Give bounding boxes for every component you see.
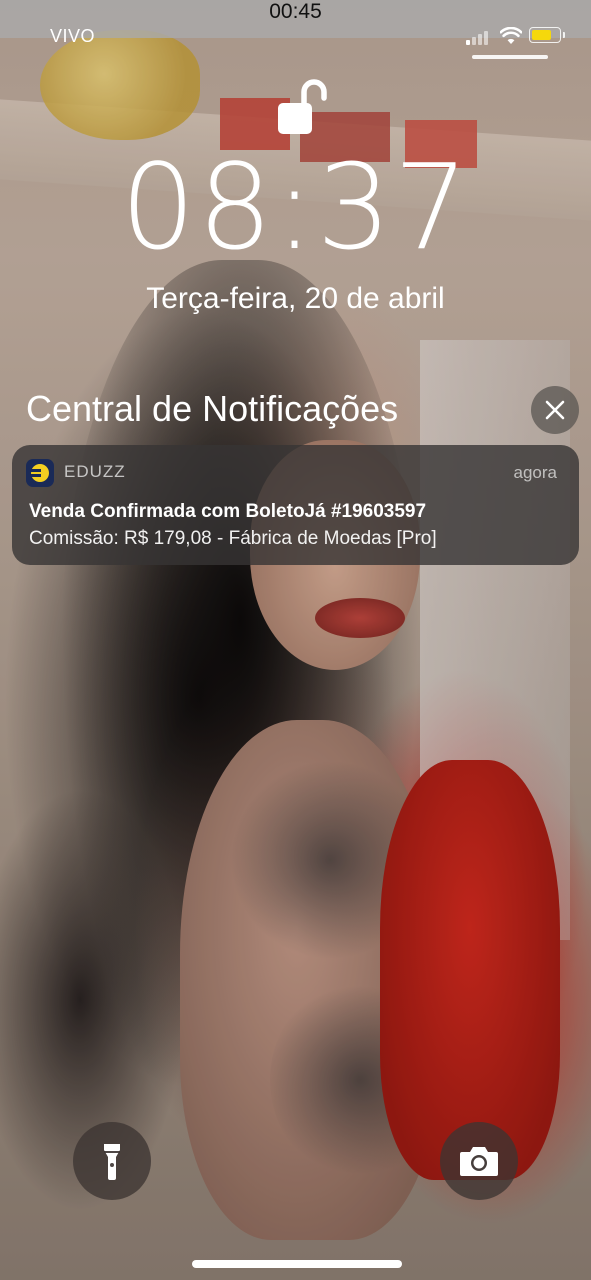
home-indicator[interactable] <box>192 1260 402 1268</box>
flashlight-button[interactable] <box>73 1122 151 1200</box>
clear-notifications-button[interactable] <box>531 386 579 434</box>
status-bar-time: 00:45 <box>269 0 322 23</box>
eduzz-app-icon <box>26 459 54 487</box>
camera-button[interactable] <box>440 1122 518 1200</box>
control-center-indicator[interactable] <box>472 55 548 59</box>
notification-time: agora <box>513 463 557 482</box>
notification-app-name: EDUZZ <box>64 462 126 481</box>
lock-screen: 00:45 VIVO 08:37 Terça-feira, 20 de abri… <box>0 0 591 1280</box>
camera-icon <box>460 1147 498 1176</box>
unlocked-padlock-icon <box>278 79 327 134</box>
lock-screen-date: Terça-feira, 20 de abril <box>146 282 445 315</box>
notification-title: Venda Confirmada com BoletoJá #19603597 <box>29 501 427 522</box>
lock-screen-clock: 08:37 <box>120 138 471 276</box>
flashlight-icon <box>104 1144 120 1180</box>
close-icon <box>545 400 565 420</box>
cellular-signal-icon <box>466 29 494 45</box>
carrier-name: VIVO <box>50 26 96 46</box>
notification-card[interactable]: EDUZZ agora Venda Confirmada com BoletoJ… <box>12 445 579 565</box>
wifi-icon <box>500 27 522 44</box>
notification-body: Comissão: R$ 179,08 - Fábrica de Moedas … <box>29 528 437 549</box>
battery-icon <box>529 27 565 43</box>
notification-center-title: Central de Notificações <box>26 388 399 429</box>
